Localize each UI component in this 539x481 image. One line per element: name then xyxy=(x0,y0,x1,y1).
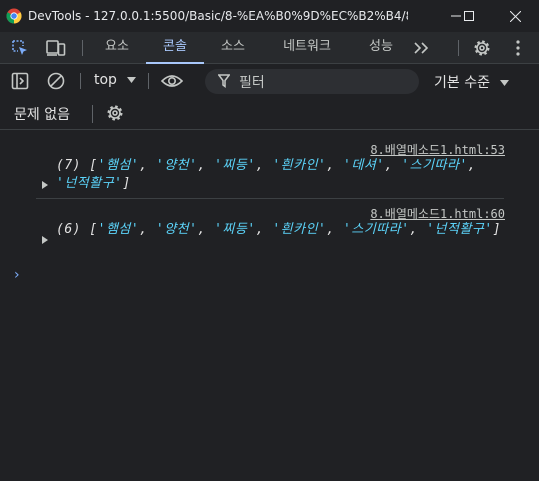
issues-status[interactable]: 문제 없음 xyxy=(14,104,70,124)
context-select[interactable]: top xyxy=(94,72,137,88)
window-title: DevTools - 127.0.0.1:5500/Basic/8-%EA%B0… xyxy=(28,9,408,23)
log-level-select[interactable]: 기본 수준 xyxy=(434,72,510,92)
tab-sources[interactable]: 소스 xyxy=(208,32,258,64)
context-select-label: top xyxy=(94,72,117,88)
array-suffix: ] xyxy=(122,176,131,191)
array-item: '스기따라' xyxy=(401,158,468,173)
array-item: '햄섬' xyxy=(97,158,140,173)
array-item: '넌적활구' xyxy=(426,222,493,237)
tab-performance[interactable]: 성능 xyxy=(356,32,406,64)
filter-placeholder: 필터 xyxy=(239,75,265,91)
array-log[interactable]: (6) ['햄섬', '양천', '찌등', '흰카인', '스기따라', '넌… xyxy=(56,221,502,239)
array-item: '넌적활구' xyxy=(56,176,123,191)
filter-input[interactable] xyxy=(205,69,419,94)
toolbar-divider-2 xyxy=(148,73,149,89)
expand-triangle-icon[interactable] xyxy=(42,181,48,189)
more-tabs-icon[interactable] xyxy=(411,38,431,58)
tab-network[interactable]: 네트워크 xyxy=(270,32,344,64)
issues-bar: 문제 없음 xyxy=(0,97,539,130)
sidebar-toggle-icon[interactable] xyxy=(10,71,30,91)
source-link[interactable]: 8.배열메소드1.html:53 xyxy=(370,141,505,158)
eye-icon[interactable] xyxy=(160,71,184,91)
array-item: '스기따라' xyxy=(343,222,410,237)
toolbar-divider xyxy=(80,73,81,89)
tabbar-divider xyxy=(82,40,83,56)
settings-gear-icon[interactable] xyxy=(472,38,492,58)
devtools-tabbar: 요소 콘솔 소스 네트워크 성능 xyxy=(0,32,539,64)
device-toolbar-icon[interactable] xyxy=(46,38,66,58)
more-vert-icon[interactable] xyxy=(508,38,528,58)
message-divider xyxy=(36,198,504,199)
issues-settings-gear-icon[interactable] xyxy=(105,103,125,123)
array-item: '찌등' xyxy=(214,222,256,237)
array-item: '양천' xyxy=(155,222,198,237)
log-level-label: 기본 수준 xyxy=(434,75,490,91)
array-suffix: ] xyxy=(492,222,502,237)
array-item: '양천' xyxy=(155,158,198,173)
chrome-logo-icon xyxy=(6,8,22,24)
tab-console[interactable]: 콘솔 xyxy=(146,32,204,64)
issues-divider xyxy=(92,105,93,123)
console-output: 8.배열메소드1.html:53 (7) ['햄섬', '양천', '찌등', … xyxy=(0,131,539,481)
array-item: '흰카인' xyxy=(272,222,327,237)
array-item: '햄섬' xyxy=(97,222,140,237)
array-item: '찌등' xyxy=(214,158,256,173)
dropdown-caret-icon xyxy=(127,77,137,83)
close-icon[interactable] xyxy=(492,0,538,32)
array-prefix: (6) [ xyxy=(56,222,98,237)
window-titlebar: DevTools - 127.0.0.1:5500/Basic/8-%EA%B0… xyxy=(0,0,539,32)
source-link[interactable]: 8.배열메소드1.html:60 xyxy=(370,205,505,222)
clear-console-icon[interactable] xyxy=(46,71,66,91)
array-prefix: (7) [ xyxy=(56,158,98,173)
array-log[interactable]: (7) ['햄섬', '양천', '찌등', '흰카인', '데셔', '스기따… xyxy=(56,157,502,193)
array-item: '데셔' xyxy=(343,158,385,173)
inspect-element-icon[interactable] xyxy=(10,38,30,58)
array-item: '흰카인' xyxy=(272,158,327,173)
tabbar-divider-right xyxy=(458,40,459,56)
tab-elements[interactable]: 요소 xyxy=(92,32,142,64)
console-prompt[interactable]: › xyxy=(14,267,20,283)
maximize-icon[interactable] xyxy=(446,0,492,32)
dropdown-caret-icon xyxy=(500,80,510,86)
expand-triangle-icon[interactable] xyxy=(42,236,48,244)
filter-funnel-icon xyxy=(218,74,230,88)
